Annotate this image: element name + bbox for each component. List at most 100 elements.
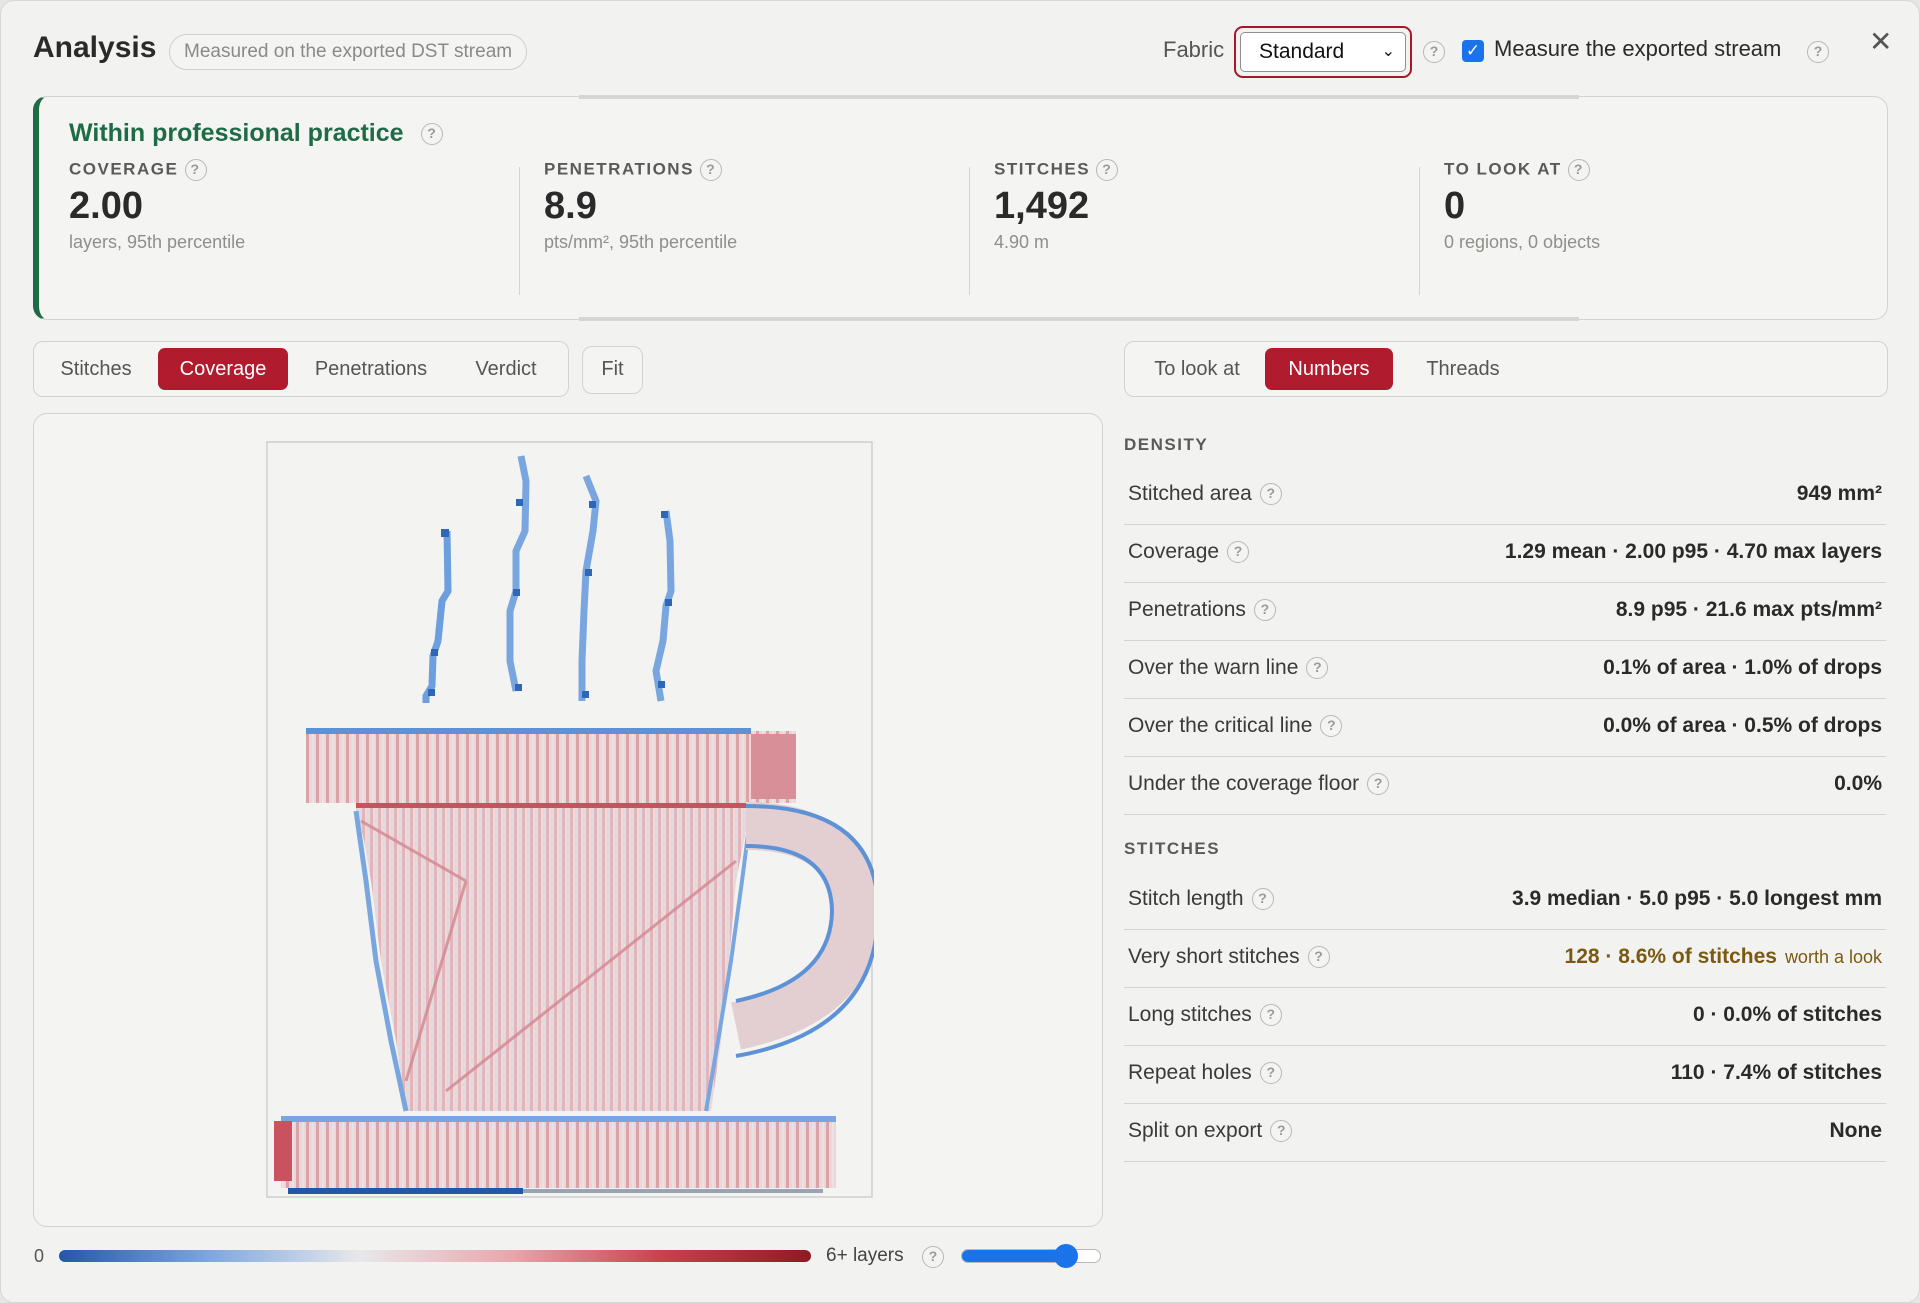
- help-icon[interactable]: ?: [700, 159, 723, 181]
- stat-value: 128 · 8.6% of stitches worth a look: [1564, 945, 1882, 968]
- stat-label: Repeat holes?: [1128, 1061, 1282, 1085]
- tab-verdict[interactable]: Verdict: [454, 348, 558, 390]
- measure-exported-label[interactable]: Measure the exported stream: [1494, 36, 1781, 62]
- fabric-select-text: Standard: [1259, 40, 1345, 63]
- tab-numbers[interactable]: Numbers: [1265, 348, 1393, 390]
- metric-label: PENETRATIONS ?: [544, 159, 737, 181]
- metric-to-look-at: TO LOOK AT ? 0 0 regions, 0 objects: [1444, 159, 1600, 287]
- analysis-dialog: Analysis Measured on the exported DST st…: [0, 0, 1920, 1303]
- help-icon[interactable]: ?: [1423, 41, 1445, 63]
- stat-label: Penetrations?: [1128, 598, 1276, 622]
- verdict-text: Within professional practice: [69, 119, 404, 147]
- metric-sub: 0 regions, 0 objects: [1444, 232, 1601, 252]
- fabric-select-value[interactable]: Standard ⌄: [1240, 32, 1406, 72]
- stat-label: Over the warn line?: [1128, 656, 1329, 680]
- stat-note: worth a look: [1784, 947, 1882, 967]
- tab-penetrations[interactable]: Penetrations: [296, 348, 446, 390]
- metric-label: TO LOOK AT ?: [1444, 159, 1600, 181]
- check-icon: ✓: [1465, 41, 1481, 60]
- stat-row-coverage: Coverage? 1.29 mean · 2.00 p95 · 4.70 max…: [1124, 525, 1886, 583]
- help-icon[interactable]: ?: [1259, 1004, 1282, 1027]
- stat-label: Stitched area?: [1128, 482, 1282, 506]
- stat-value: 3.9 median · 5.0 p95 · 5.0 longest mm: [1512, 887, 1882, 910]
- stat-value: 110 · 7.4% of stitches: [1670, 1061, 1882, 1084]
- help-icon[interactable]: ?: [420, 123, 443, 146]
- legend-gradient: [59, 1250, 811, 1262]
- stat-label: Under the coverage floor?: [1128, 772, 1390, 796]
- metric-value: 0: [1444, 185, 1466, 227]
- close-icon[interactable]: ✕: [1869, 25, 1892, 58]
- view-tabs: Stitches Coverage Penetrations Verdict: [33, 341, 569, 397]
- help-icon[interactable]: ?: [1227, 541, 1250, 564]
- stat-label: Very short stitches?: [1128, 945, 1330, 969]
- help-icon[interactable]: ?: [1251, 888, 1274, 911]
- embroidery-preview[interactable]: [266, 441, 874, 1199]
- progress-line: [579, 95, 1579, 99]
- metric-sub: 4.90 m: [994, 232, 1050, 252]
- stat-label: Stitch length?: [1128, 887, 1274, 911]
- help-icon[interactable]: ?: [922, 1246, 944, 1268]
- tab-stitches[interactable]: Stitches: [42, 348, 150, 390]
- stat-row-split-on-export: Split on export? None: [1124, 1104, 1886, 1162]
- stat-label: Split on export?: [1128, 1119, 1293, 1143]
- metric-stitches: STITCHES ? 1,492 4.90 m: [994, 159, 1119, 287]
- help-icon[interactable]: ?: [1259, 1062, 1282, 1085]
- help-icon[interactable]: ?: [1306, 657, 1329, 680]
- stat-row-penetrations: Penetrations? 8.9 p95 · 21.6 max pts/mm²: [1124, 583, 1886, 641]
- tab-coverage[interactable]: Coverage: [158, 348, 288, 390]
- stat-label: Coverage?: [1128, 540, 1250, 564]
- stat-label: Long stitches?: [1128, 1003, 1282, 1027]
- metric-coverage: COVERAGE ? 2.00 layers, 95th percentile: [69, 159, 245, 287]
- help-icon[interactable]: ?: [1567, 159, 1590, 181]
- stat-row-stitch-length: Stitch length? 3.9 median · 5.0 p95 · 5.0…: [1124, 872, 1886, 930]
- help-icon[interactable]: ?: [1307, 946, 1330, 969]
- metric-sub: layers, 95th percentile: [69, 232, 246, 252]
- stat-label: Over the critical line?: [1128, 714, 1343, 738]
- stat-value: None: [1829, 1119, 1883, 1142]
- panel-tabs: To look at Numbers Threads: [1124, 341, 1888, 397]
- stat-row-long-stitches: Long stitches? 0 · 0.0% of stitches: [1124, 988, 1886, 1046]
- progress-line: [579, 317, 1579, 321]
- measure-exported-checkbox[interactable]: ✓: [1462, 40, 1484, 62]
- stat-value: 0.0% of area · 0.5% of drops: [1603, 714, 1882, 737]
- stat-row-under-the-coverage-floor: Under the coverage floor? 0.0%: [1124, 757, 1886, 815]
- metric-value: 2.00: [69, 185, 143, 227]
- verdict-title: Within professional practice ?: [69, 119, 443, 148]
- chevron-down-icon: ⌄: [1381, 43, 1395, 60]
- help-icon[interactable]: ?: [184, 159, 207, 181]
- fabric-select[interactable]: Standard ⌄: [1234, 26, 1412, 78]
- dialog-title: Analysis: [33, 31, 157, 64]
- divider: [969, 167, 970, 295]
- stat-value: 0.1% of area · 1.0% of drops: [1603, 656, 1882, 679]
- density-heading: DENSITY: [1124, 435, 1209, 454]
- stat-row-over-the-critical-line: Over the critical line? 0.0% of area · 0.…: [1124, 699, 1886, 757]
- stitches-heading: STITCHES: [1124, 839, 1221, 858]
- layers-slider[interactable]: [961, 1249, 1101, 1263]
- help-icon[interactable]: ?: [1320, 715, 1343, 738]
- help-icon[interactable]: ?: [1270, 1120, 1293, 1143]
- metric-value: 1,492: [994, 185, 1090, 227]
- slider-fill: [962, 1250, 1067, 1262]
- stat-value: 0 · 0.0% of stitches: [1692, 1003, 1882, 1026]
- tab-threads[interactable]: Threads: [1401, 348, 1525, 390]
- help-icon[interactable]: ?: [1253, 599, 1276, 622]
- stat-value: 8.9 p95 · 21.6 max pts/mm²: [1615, 598, 1882, 621]
- metric-label: STITCHES ?: [994, 159, 1119, 181]
- stat-row-very-short-stitches: Very short stitches? 128 · 8.6% of stitch…: [1124, 930, 1886, 988]
- metric-sub: pts/mm², 95th percentile: [544, 232, 738, 252]
- fabric-label: Fabric: [1163, 37, 1225, 62]
- stat-row-over-the-warn-line: Over the warn line? 0.1% of area · 1.0% o…: [1124, 641, 1886, 699]
- tab-to-look-at[interactable]: To look at: [1133, 348, 1261, 390]
- help-icon[interactable]: ?: [1096, 159, 1119, 181]
- stat-value: 1.29 mean · 2.00 p95 · 4.70 max layers: [1504, 540, 1882, 563]
- stat-value: 949 mm²: [1796, 482, 1882, 505]
- help-icon[interactable]: ?: [1367, 773, 1390, 796]
- metric-value: 8.9: [544, 185, 597, 227]
- help-icon[interactable]: ?: [1259, 483, 1282, 506]
- slider-thumb[interactable]: [1054, 1244, 1078, 1268]
- divider: [1419, 167, 1420, 295]
- stat-row-stitched-area: Stitched area? 949 mm²: [1124, 467, 1886, 525]
- help-icon[interactable]: ?: [1807, 41, 1829, 63]
- legend-min: 0: [34, 1246, 45, 1266]
- fit-button[interactable]: Fit: [582, 346, 643, 394]
